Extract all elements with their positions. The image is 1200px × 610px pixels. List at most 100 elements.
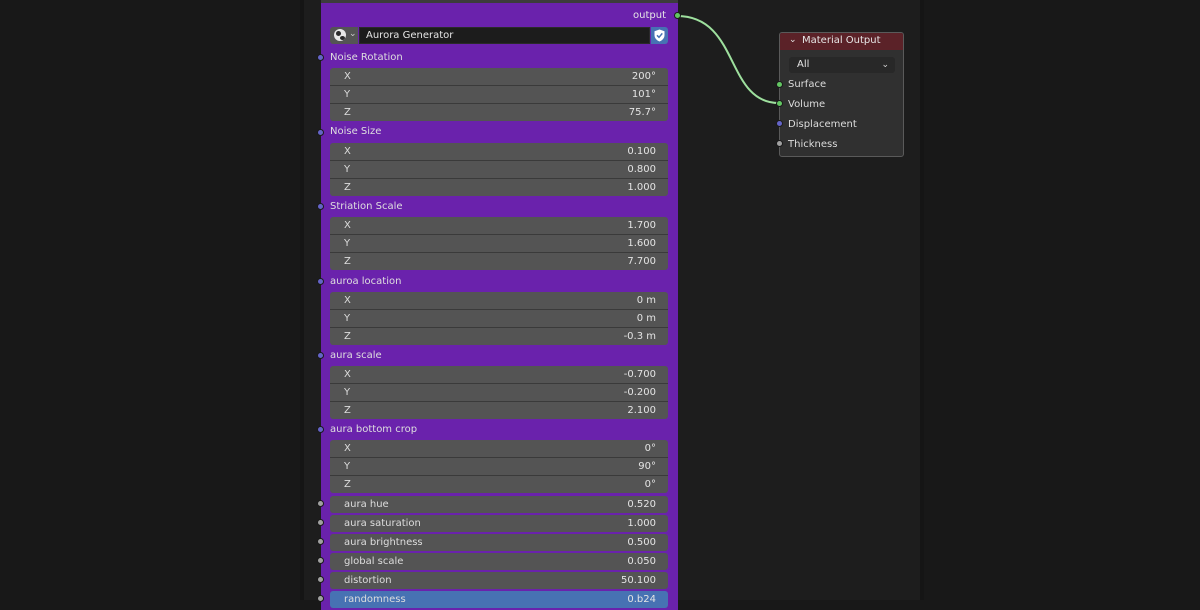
value: 7.700 (627, 256, 656, 267)
axis-label: Z (344, 331, 351, 342)
axis-label: X (344, 220, 351, 231)
vector-component-z[interactable]: Z 1.000 (330, 179, 668, 196)
vector-component-z[interactable]: Z -0.3 m (330, 328, 668, 345)
input-socket-noise-size[interactable] (317, 129, 324, 136)
vector-component-x[interactable]: X 0.100 (330, 143, 668, 160)
input-label-volume: Volume (788, 99, 826, 110)
value: 200° (631, 71, 656, 82)
input-socket-auroa-location[interactable] (317, 278, 324, 285)
vector-component-y[interactable]: Y 1.600 (330, 235, 668, 252)
axis-label: Z (344, 479, 351, 490)
input-socket-aura-bottom-crop[interactable] (317, 426, 324, 433)
node-group-name-field[interactable]: Aurora Generator (359, 27, 650, 44)
float-field-aura-hue[interactable]: aura hue 0.520 (330, 496, 668, 513)
field-label: global scale (344, 556, 404, 567)
vector-component-x[interactable]: X 200° (330, 68, 668, 85)
chevron-down-icon[interactable]: ⌄ (789, 35, 797, 45)
chevron-down-icon: ⌄ (881, 60, 889, 70)
target-dropdown[interactable]: All ⌄ (789, 57, 895, 73)
value: 101° (631, 89, 656, 100)
vector-field-aura-bottom-crop[interactable]: X 0° Y 90° Z 0° (330, 440, 668, 493)
chevron-down-icon: ⌄ (349, 29, 357, 39)
output-socket-label: output (633, 10, 666, 21)
input-label-aura-bottom-crop: aura bottom crop (330, 424, 418, 435)
value: 2.100 (627, 405, 656, 416)
value: 0.100 (627, 146, 656, 157)
field-value: 50.100 (621, 575, 656, 586)
vector-field-auroa-location[interactable]: X 0 m Y 0 m Z -0.3 m (330, 292, 668, 345)
vector-field-noise-rotation[interactable]: X 200° Y 101° Z 75.7° (330, 68, 668, 121)
input-socket-aura-hue[interactable] (317, 500, 324, 507)
vector-component-y[interactable]: Y 101° (330, 86, 668, 103)
input-label-surface: Surface (788, 79, 827, 90)
axis-label: Y (344, 89, 351, 100)
vector-component-y[interactable]: Y 0.800 (330, 161, 668, 178)
node-header-strip (321, 0, 678, 3)
float-field-global-scale[interactable]: global scale 0.050 (330, 553, 668, 570)
vector-field-noise-size[interactable]: X 0.100 Y 0.800 Z 1.000 (330, 143, 668, 196)
input-socket-aura-saturation[interactable] (317, 519, 324, 526)
input-socket-displacement[interactable] (776, 120, 783, 127)
float-field-distortion[interactable]: distortion 50.100 (330, 572, 668, 589)
input-socket-global-scale[interactable] (317, 557, 324, 564)
vector-component-x[interactable]: X -0.700 (330, 366, 668, 383)
field-label: distortion (344, 575, 392, 586)
vector-component-y[interactable]: Y 0 m (330, 310, 668, 327)
input-label-displacement: Displacement (788, 119, 857, 130)
float-field-aura-saturation[interactable]: aura saturation 1.000 (330, 515, 668, 532)
vector-field-striation-scale[interactable]: X 1.700 Y 1.600 Z 7.700 (330, 217, 668, 270)
fake-user-button[interactable] (651, 27, 668, 44)
axis-label: Y (344, 238, 351, 249)
input-socket-thickness[interactable] (776, 140, 783, 147)
axis-label: Y (344, 164, 351, 175)
vector-component-z[interactable]: Z 0° (330, 476, 668, 493)
node-group-selector[interactable]: ⌄ Aurora Generator (330, 27, 668, 44)
input-label-aura-scale: aura scale (330, 350, 382, 361)
input-socket-aura-brightness[interactable] (317, 538, 324, 545)
wire-output-to-volume[interactable] (676, 15, 780, 104)
input-label-noise-size: Noise Size (330, 126, 382, 137)
input-socket-distortion[interactable] (317, 576, 324, 583)
vector-component-z[interactable]: Z 75.7° (330, 104, 668, 121)
field-value: 0.520 (627, 499, 656, 510)
axis-label: X (344, 295, 351, 306)
value: -0.3 m (623, 331, 656, 342)
axis-label: X (344, 443, 351, 454)
value: 0.800 (627, 164, 656, 175)
vector-component-x[interactable]: X 1.700 (330, 217, 668, 234)
axis-label: X (344, 146, 351, 157)
vector-component-y[interactable]: Y -0.200 (330, 384, 668, 401)
node-header[interactable]: ⌄ Material Output (780, 33, 903, 50)
input-socket-aura-scale[interactable] (317, 352, 324, 359)
output-socket[interactable] (674, 12, 681, 19)
shield-icon (654, 29, 665, 42)
axis-label: X (344, 369, 351, 380)
vector-component-x[interactable]: X 0 m (330, 292, 668, 309)
field-label: aura saturation (344, 518, 421, 529)
axis-label: Y (344, 313, 351, 324)
input-label-auroa-location: auroa location (330, 276, 402, 287)
field-label: aura hue (344, 499, 389, 510)
axis-label: X (344, 71, 351, 82)
float-field-aura-brightness[interactable]: aura brightness 0.500 (330, 534, 668, 551)
dropdown-value: All (797, 59, 810, 70)
material-output-node[interactable]: ⌄ Material Output All ⌄ Surface Volume D… (779, 32, 904, 157)
vector-component-y[interactable]: Y 90° (330, 458, 668, 475)
vector-component-x[interactable]: X 0° (330, 440, 668, 457)
value: 0 m (636, 295, 656, 306)
value: 1.000 (627, 182, 656, 193)
field-value: 1.000 (627, 518, 656, 529)
value: 1.600 (627, 238, 656, 249)
input-socket-striation-scale[interactable] (317, 203, 324, 210)
input-socket-noise-rotation[interactable] (317, 54, 324, 61)
axis-label: Y (344, 387, 351, 398)
group-node-aurora-generator[interactable]: output ⌄ Aurora Generator Noise Rotation… (321, 0, 678, 610)
axis-label: Z (344, 107, 351, 118)
input-socket-volume[interactable] (776, 100, 783, 107)
datablock-browse-button[interactable]: ⌄ (330, 27, 358, 44)
vector-field-aura-scale[interactable]: X -0.700 Y -0.200 Z 2.100 (330, 366, 668, 419)
vector-component-z[interactable]: Z 7.700 (330, 253, 668, 270)
input-socket-surface[interactable] (776, 81, 783, 88)
input-socket-randomness[interactable] (317, 595, 324, 602)
vector-component-z[interactable]: Z 2.100 (330, 402, 668, 419)
